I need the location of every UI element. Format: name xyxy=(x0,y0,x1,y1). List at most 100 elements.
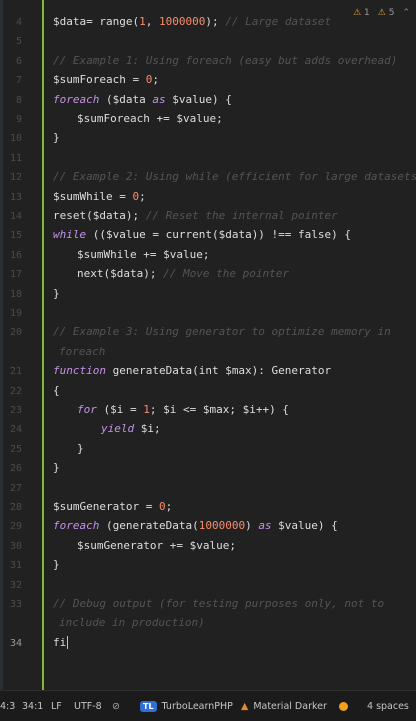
line-number[interactable]: 17 xyxy=(0,269,22,280)
warning-indicator[interactable]: ⚠ 1 xyxy=(353,8,370,18)
line-number[interactable]: 26 xyxy=(0,463,22,474)
code-token: ($i = xyxy=(96,403,144,416)
line-number[interactable]: 11 xyxy=(0,153,22,164)
code-text: // Example 2: Using while (efficient for… xyxy=(53,170,416,183)
code-line[interactable]: 34 fi xyxy=(0,635,416,654)
weak-warning-indicator[interactable]: ⚠ 5 xyxy=(378,8,395,18)
code-line[interactable]: 30 $sumGenerator += $value; xyxy=(0,538,416,557)
code-line[interactable]: 29 foreach (generateData(1000000) as $val… xyxy=(0,518,416,537)
code-token: ); xyxy=(205,15,219,28)
code-line[interactable]: 32 xyxy=(0,577,416,596)
code-token: ($data); xyxy=(103,267,164,281)
code-text: $sumGenerator = 0; xyxy=(53,500,172,513)
code-token: $sumGenerator xyxy=(77,538,164,552)
code-line[interactable]: 15 while (($value = current($data)) !== f… xyxy=(0,227,416,246)
file-encoding[interactable]: UTF-8 xyxy=(74,701,102,712)
code-line[interactable]: 21 function generateData(int $max): Gener… xyxy=(0,363,416,382)
code-line[interactable]: 28 $sumGenerator = 0; xyxy=(0,499,416,518)
line-number[interactable]: 15 xyxy=(0,230,22,241)
line-number[interactable]: 13 xyxy=(0,192,22,203)
code-line[interactable]: 11 xyxy=(0,150,416,169)
line-number[interactable]: 24 xyxy=(0,424,22,435)
line-number[interactable]: 18 xyxy=(0,289,22,300)
code-line[interactable]: 5 xyxy=(0,33,416,52)
code-line[interactable]: 13 $sumWhile = 0; xyxy=(0,189,416,208)
line-number[interactable]: 23 xyxy=(0,405,22,416)
code-text: $sumWhile += $value; xyxy=(77,248,209,261)
line-number[interactable]: 6 xyxy=(0,56,22,67)
code-line[interactable]: 19 xyxy=(0,305,416,324)
line-number[interactable]: 30 xyxy=(0,541,22,552)
line-number[interactable]: 4 xyxy=(0,17,22,28)
line-number[interactable]: 7 xyxy=(0,75,22,86)
code-text: $sumWhile = 0; xyxy=(53,190,146,203)
status-left-partial[interactable]: 4:3 xyxy=(0,701,15,712)
text-cursor xyxy=(67,636,69,650)
line-number[interactable]: 33 xyxy=(0,599,22,610)
code-token: ; xyxy=(139,189,146,203)
code-line[interactable]: 10} xyxy=(0,130,416,149)
line-number[interactable]: 5 xyxy=(0,36,22,47)
line-number[interactable]: 14 xyxy=(0,211,22,222)
code-text: { xyxy=(53,384,60,397)
code-line[interactable]: 27 xyxy=(0,480,416,499)
line-number[interactable]: 29 xyxy=(0,521,22,532)
line-number[interactable]: 16 xyxy=(0,250,22,261)
line-number[interactable]: 27 xyxy=(0,483,22,494)
line-number[interactable]: 28 xyxy=(0,502,22,513)
code-line[interactable]: 14 reset($data); // Reset the internal po… xyxy=(0,208,416,227)
code-line[interactable]: 24 yield $i; xyxy=(0,421,416,440)
theme-widget[interactable]: ▲ Material Darker xyxy=(241,701,327,712)
code-line[interactable]: foreach xyxy=(0,344,416,363)
code-line[interactable]: 9 $sumForeach += $value; xyxy=(0,111,416,130)
line-number[interactable]: 25 xyxy=(0,444,22,455)
code-token: generateData(int $max): Generator xyxy=(105,364,332,378)
code-line[interactable]: 17 next($data); // Move the pointer xyxy=(0,266,416,285)
code-line[interactable]: 8 foreach ($data as $value) { xyxy=(0,92,416,111)
code-line[interactable]: 18} xyxy=(0,286,416,305)
status-dot-icon[interactable] xyxy=(339,701,348,711)
code-token: } xyxy=(77,441,84,455)
readonly-toggle-icon[interactable]: ⊘ xyxy=(112,701,120,712)
code-token: ; xyxy=(152,73,159,87)
code-text: include in production) xyxy=(59,616,205,629)
code-line[interactable]: 6 // Example 1: Using foreach (easy but a… xyxy=(0,53,416,72)
code-line[interactable]: 23 for ($i = 1; $i <= $max; $i++) { xyxy=(0,402,416,421)
indent-setting[interactable]: 4 spaces xyxy=(367,701,409,712)
code-token: $value) { xyxy=(271,519,338,533)
code-line[interactable]: 20 // Example 3: Using generator to optim… xyxy=(0,324,416,343)
code-line[interactable]: 31} xyxy=(0,557,416,576)
line-number[interactable]: 34 xyxy=(0,638,22,649)
line-number[interactable]: 19 xyxy=(0,308,22,319)
code-line[interactable]: include in production) xyxy=(0,615,416,634)
code-line[interactable]: 22 { xyxy=(0,383,416,402)
line-number[interactable]: 22 xyxy=(0,386,22,397)
chevron-up-icon[interactable]: ⌃ xyxy=(402,8,410,18)
code-line[interactable]: 33 // Debug output (for testing purposes … xyxy=(0,596,416,615)
code-token: $sumForeach xyxy=(53,73,126,87)
line-number[interactable]: 12 xyxy=(0,172,22,183)
caret-position[interactable]: 34:1 xyxy=(22,701,43,712)
line-ending[interactable]: LF xyxy=(51,701,62,712)
code-line[interactable]: 26} xyxy=(0,460,416,479)
line-number[interactable]: 10 xyxy=(0,133,22,144)
status-bar: 4:3 34:1 LF UTF-8 ⊘ TL TurboLearnPHP ▲ Mat… xyxy=(0,690,416,721)
code-token: = xyxy=(139,500,159,513)
line-number[interactable]: 31 xyxy=(0,560,22,571)
code-editor[interactable]: 4 $data= range(1, 1000000); // Large data… xyxy=(0,0,416,690)
code-token: = xyxy=(112,189,133,203)
line-number[interactable]: 21 xyxy=(0,366,22,377)
line-number[interactable]: 32 xyxy=(0,580,22,591)
line-number[interactable]: 20 xyxy=(0,327,22,338)
code-line[interactable]: 7 $sumForeach = 0; xyxy=(0,72,416,91)
line-number[interactable]: 8 xyxy=(0,95,22,106)
inspection-widget[interactable]: ⚠ 1 ⚠ 5 ⌃ xyxy=(353,8,410,18)
plugin-widget[interactable]: TL TurboLearnPHP xyxy=(140,700,233,712)
code-line[interactable]: 16 $sumWhile += $value; xyxy=(0,247,416,266)
code-token: 1 xyxy=(143,403,150,416)
code-line[interactable]: 12 // Example 2: Using while (efficient f… xyxy=(0,169,416,188)
code-token: foreach xyxy=(53,92,100,106)
line-number[interactable]: 9 xyxy=(0,114,22,125)
code-line[interactable]: 25} xyxy=(0,441,416,460)
code-token: // Example 3: Using generator to optimiz… xyxy=(53,325,391,339)
